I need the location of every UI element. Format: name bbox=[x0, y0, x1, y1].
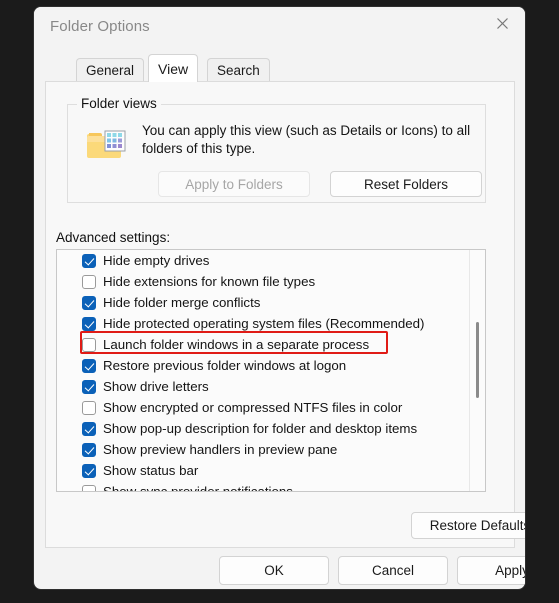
checkbox-unchecked[interactable] bbox=[82, 274, 96, 289]
setting-label: Show drive letters bbox=[103, 379, 209, 394]
title-bar: Folder Options bbox=[34, 7, 525, 47]
apply-to-folders-button[interactable]: Apply to Folders bbox=[158, 171, 310, 197]
list-scrollbar-thumb[interactable] bbox=[476, 322, 479, 398]
checkbox-checked[interactable] bbox=[82, 316, 96, 331]
setting-label: Launch folder windows in a separate proc… bbox=[103, 337, 370, 352]
tab-view[interactable]: View bbox=[148, 54, 199, 82]
apply-button[interactable]: Apply bbox=[457, 556, 525, 585]
setting-row[interactable]: Hide protected operating system files (R… bbox=[57, 313, 469, 334]
setting-label: Show encrypted or compressed NTFS files … bbox=[103, 400, 403, 415]
checkbox-checked[interactable] bbox=[82, 253, 96, 268]
tab-general[interactable]: General bbox=[76, 58, 145, 81]
folder-views-description: You can apply this view (such as Details… bbox=[142, 123, 471, 156]
setting-row[interactable]: Restore previous folder windows at logon bbox=[57, 355, 469, 376]
restore-defaults-button[interactable]: Restore Defaults bbox=[411, 512, 525, 539]
tab-search[interactable]: Search bbox=[207, 58, 270, 81]
setting-row[interactable]: Show preview handlers in preview pane bbox=[57, 439, 469, 460]
desktop-background: Folder Options General View Search Folde… bbox=[0, 0, 559, 603]
checkbox-unchecked[interactable] bbox=[82, 484, 96, 491]
view-tab-panel: Folder views You can apply this view (su… bbox=[45, 81, 525, 548]
setting-row[interactable]: Launch folder windows in a separate proc… bbox=[57, 334, 469, 355]
setting-row[interactable]: Hide folder merge conflicts bbox=[57, 292, 469, 313]
advanced-settings-label: Advanced settings: bbox=[56, 230, 171, 245]
checkbox-checked[interactable] bbox=[82, 295, 96, 310]
checkbox-unchecked[interactable] bbox=[82, 337, 96, 352]
setting-label: Show sync provider notifications bbox=[103, 484, 293, 492]
setting-label: Hide extensions for known file types bbox=[103, 274, 316, 289]
reset-folders-button[interactable]: Reset Folders bbox=[330, 171, 482, 197]
checkbox-checked[interactable] bbox=[82, 358, 96, 373]
setting-row[interactable]: Show sync provider notifications bbox=[57, 481, 469, 492]
setting-label: Hide empty drives bbox=[103, 253, 210, 268]
advanced-settings-listbox[interactable]: Hide empty drives Hide extensions for kno… bbox=[56, 249, 486, 492]
setting-label: Hide folder merge conflicts bbox=[103, 295, 261, 310]
advanced-settings-list: Hide empty drives Hide extensions for kno… bbox=[57, 250, 469, 492]
setting-row[interactable]: Show pop-up description for folder and d… bbox=[57, 418, 469, 439]
setting-label: Show preview handlers in preview pane bbox=[103, 442, 338, 457]
checkbox-checked[interactable] bbox=[82, 379, 96, 394]
tab-strip: General View Search bbox=[45, 54, 515, 82]
checkbox-unchecked[interactable] bbox=[82, 400, 96, 415]
close-button[interactable] bbox=[479, 7, 525, 40]
folder-with-grid-icon bbox=[86, 126, 132, 166]
setting-label: Show pop-up description for folder and d… bbox=[103, 421, 418, 436]
ok-button[interactable]: OK bbox=[219, 556, 329, 585]
list-scrollbar[interactable] bbox=[469, 250, 485, 491]
setting-row[interactable]: Hide empty drives bbox=[57, 250, 469, 271]
folder-views-group: Folder views You can apply this view (su… bbox=[67, 96, 486, 203]
checkbox-checked[interactable] bbox=[82, 421, 96, 436]
setting-row[interactable]: Show drive letters bbox=[57, 376, 469, 397]
cancel-button[interactable]: Cancel bbox=[338, 556, 448, 585]
setting-row[interactable]: Hide extensions for known file types bbox=[57, 271, 469, 292]
folder-views-legend: Folder views bbox=[77, 96, 161, 111]
setting-row[interactable]: Show status bar bbox=[57, 460, 469, 481]
checkbox-checked[interactable] bbox=[82, 463, 96, 478]
checkbox-checked[interactable] bbox=[82, 442, 96, 457]
close-icon bbox=[496, 17, 509, 30]
dialog-button-bar: OK Cancel Apply bbox=[34, 556, 525, 589]
setting-row[interactable]: Show encrypted or compressed NTFS files … bbox=[57, 397, 469, 418]
setting-label: Hide protected operating system files (R… bbox=[103, 316, 425, 331]
setting-label: Show status bar bbox=[103, 463, 199, 478]
setting-label: Restore previous folder windows at logon bbox=[103, 358, 347, 373]
window-title: Folder Options bbox=[50, 18, 150, 35]
folder-options-dialog: Folder Options General View Search Folde… bbox=[33, 6, 526, 590]
